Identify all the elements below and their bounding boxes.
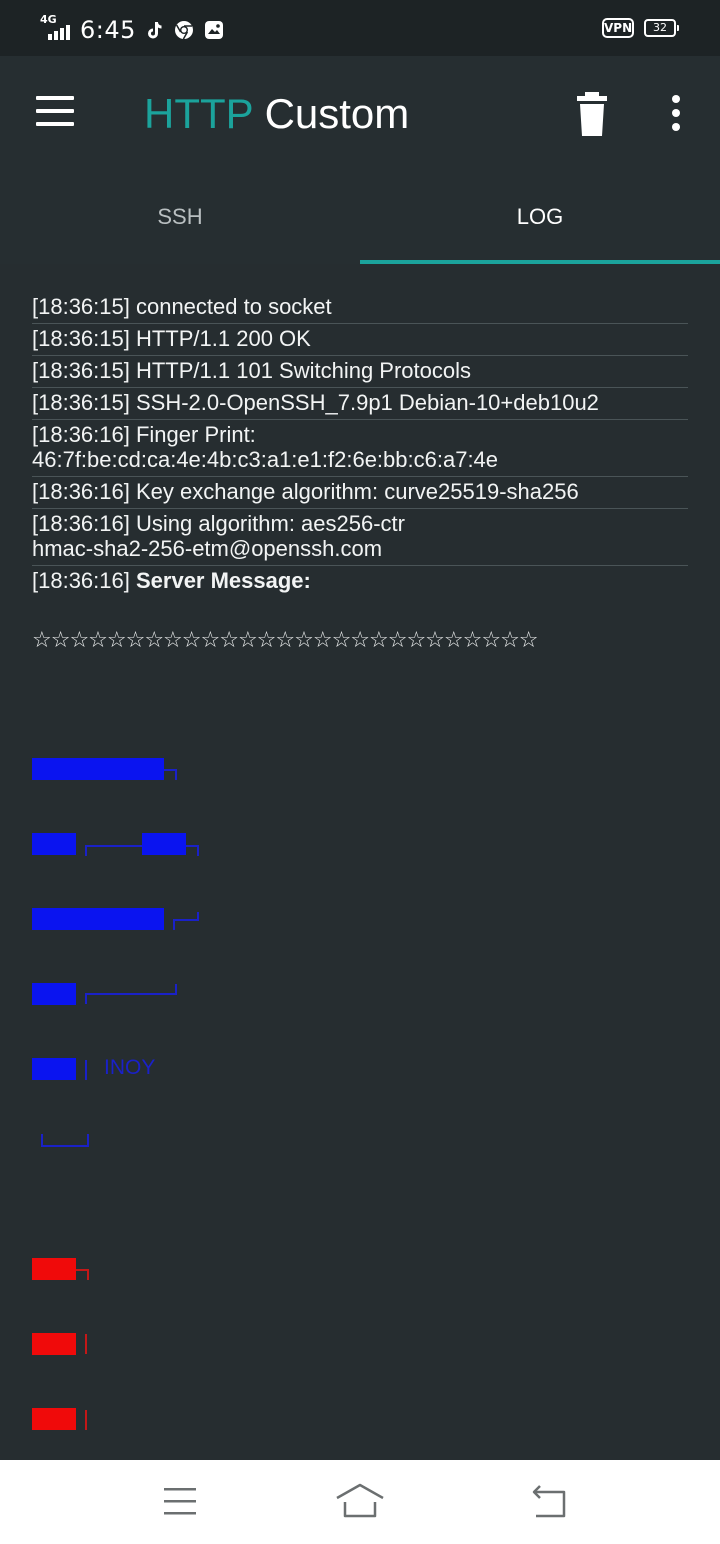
app-bar: HTTP Custom SSH LOG	[0, 56, 720, 264]
tab-ssh[interactable]: SSH	[0, 180, 360, 264]
chrome-icon	[175, 21, 193, 40]
ascii-red-outlines	[76, 1269, 89, 1430]
home-button[interactable]	[332, 1478, 388, 1526]
signal-icon	[48, 25, 70, 40]
tab-log[interactable]: LOG	[360, 180, 720, 264]
menu-icon	[36, 96, 74, 100]
tiktok-icon	[148, 22, 162, 39]
ascii-blue-outlines	[41, 769, 199, 1147]
app-title-accent: HTTP	[144, 90, 253, 137]
menu-button[interactable]	[36, 96, 76, 130]
trash-icon	[577, 92, 607, 136]
gallery-icon	[205, 21, 223, 39]
server-message-ascii-text: INOY	[104, 1056, 156, 1079]
back-icon	[532, 1485, 566, 1518]
log-panel[interactable]: [18:36:15] connected to socket [18:36:15…	[0, 264, 720, 1460]
ascii-red-blocks	[32, 1258, 76, 1430]
more-vertical-icon	[672, 95, 680, 131]
battery-icon: 32	[644, 19, 679, 37]
clock: 6:45	[80, 16, 136, 44]
ascii-blue-blocks	[32, 758, 186, 1080]
recents-icon	[164, 1488, 196, 1515]
tab-bar: SSH LOG	[0, 180, 720, 264]
status-bar: 4G 6:45 VPN 32	[0, 0, 720, 56]
vpn-badge: VPN	[602, 18, 634, 38]
recents-button[interactable]	[152, 1478, 208, 1526]
clear-log-button[interactable]	[574, 92, 610, 136]
app-title: HTTP Custom	[144, 88, 409, 140]
back-button[interactable]	[520, 1478, 576, 1526]
more-options-button[interactable]	[664, 94, 688, 134]
app-title-rest: Custom	[252, 90, 410, 137]
menu-icon-bar	[36, 109, 74, 113]
system-navigation-bar	[0, 1460, 720, 1544]
menu-icon-bar	[36, 122, 74, 126]
server-message-ascii-art	[32, 758, 199, 1430]
home-icon	[336, 1483, 384, 1518]
